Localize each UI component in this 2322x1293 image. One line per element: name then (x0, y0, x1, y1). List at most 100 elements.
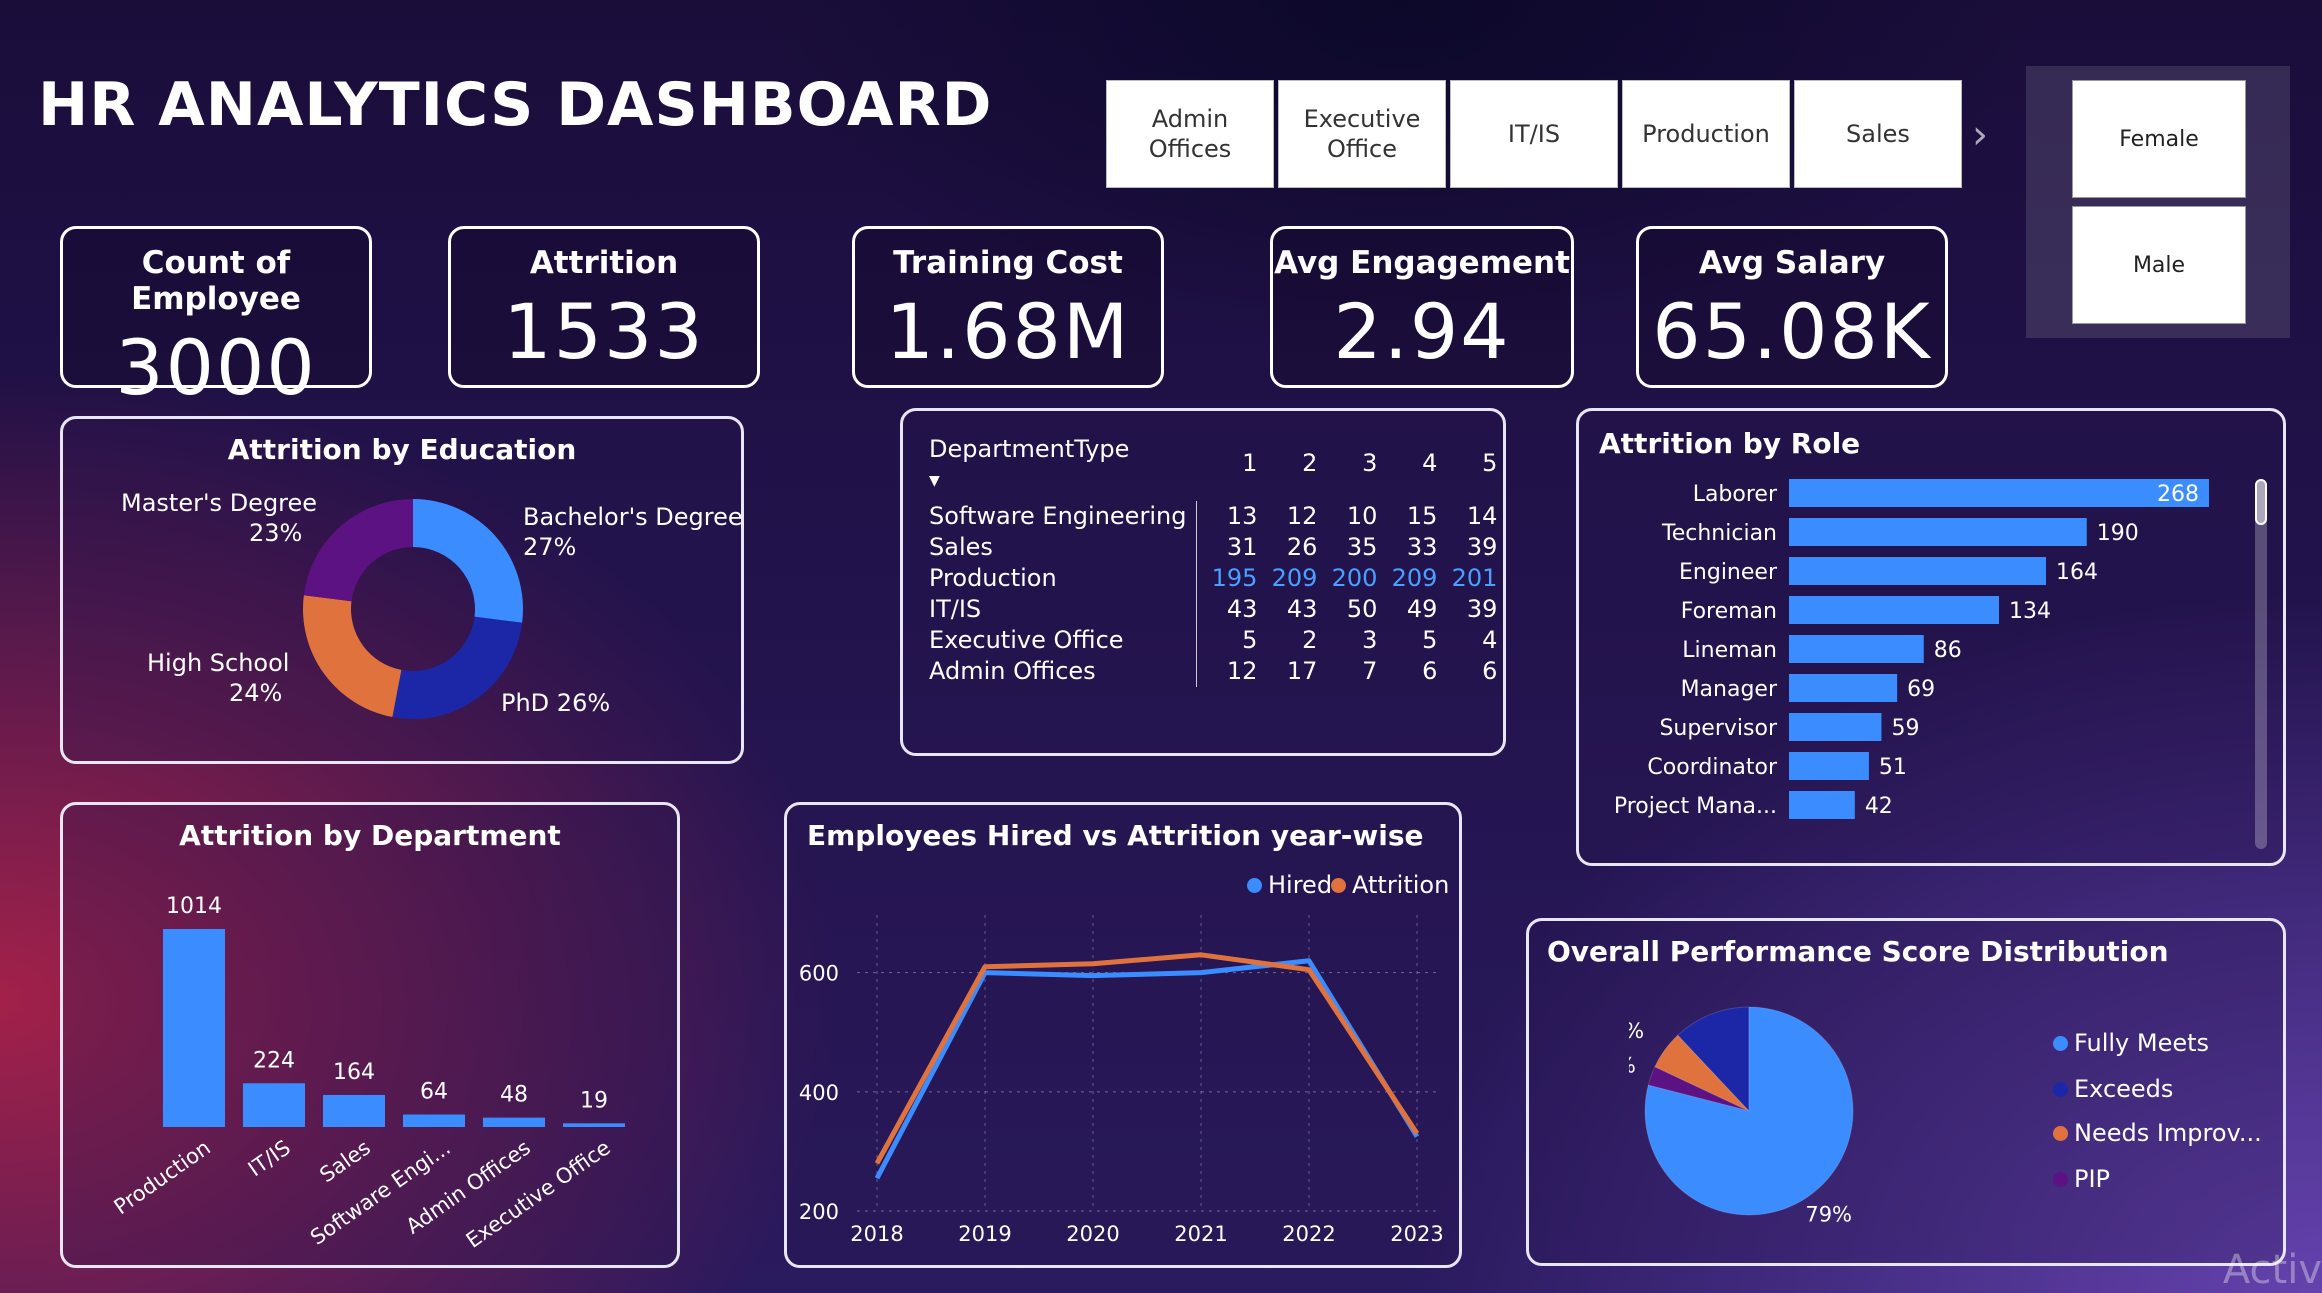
card-title: Attrition by Role (1599, 427, 1861, 460)
role-data-label: 51 (1879, 755, 1907, 780)
edu-pct-masters: 23% (249, 519, 303, 547)
slicer-male[interactable]: Male (2072, 206, 2246, 324)
cell: 15 (1406, 502, 1438, 530)
edu-label-phd: PhD 26% (501, 689, 611, 717)
cell: 26 (1286, 533, 1318, 561)
department-bar[interactable] (483, 1117, 545, 1127)
cell: 3 (1362, 626, 1378, 654)
kpi-value: 2.94 (1333, 287, 1511, 376)
department-bar[interactable] (563, 1123, 625, 1127)
legend-hired[interactable]: Hired (1247, 871, 1332, 899)
department-card: Attrition by Department 1014 Production 22… (60, 802, 680, 1268)
role-bar[interactable] (1789, 518, 2087, 546)
legend-fully-meets[interactable]: Fully Meets (2053, 1029, 2209, 1057)
legend-dot (2053, 1035, 2068, 1051)
cell: 35 (1346, 533, 1378, 561)
department-bar[interactable] (323, 1094, 385, 1127)
department-bar[interactable] (403, 1114, 465, 1127)
y-tick-label: 600 (799, 962, 839, 986)
department-data-label: 224 (253, 1048, 295, 1073)
edu-pct-bachelors: 27% (523, 533, 577, 561)
edu-label-masters: Master's Degree (121, 489, 318, 517)
performance-card: Overall Performance Score Distribution 3… (1526, 918, 2286, 1266)
kpi-value: 1.68M (885, 287, 1131, 376)
table-row: IT/IS 43 43 50 49 39 (929, 594, 1497, 625)
department-category-label: Production (110, 1135, 215, 1219)
hired-card: Employees Hired vs Attrition year-wise H… (784, 802, 1462, 1268)
department-bar[interactable] (243, 1083, 305, 1127)
slicer-admin-offices[interactable]: Admin Offices (1106, 80, 1274, 188)
education-slice[interactable] (413, 499, 523, 623)
legend-pip[interactable]: PIP (2053, 1165, 2110, 1193)
role-bar[interactable] (1789, 752, 1869, 780)
x-tick-label: 2018 (850, 1222, 903, 1246)
matrix-col: 2 (1302, 449, 1318, 477)
table-row: Executive Office 5 2 3 5 4 (929, 625, 1497, 656)
department-matrix: DepartmentType ▼ 1 2 3 4 5 Software Engin… (929, 435, 1497, 687)
row-label: Software Engineering (929, 501, 1198, 532)
role-bar[interactable] (1789, 557, 2047, 585)
cell: 43 (1286, 595, 1318, 623)
education-donut (303, 499, 523, 719)
role-data-label: 164 (2056, 560, 2098, 585)
cell: 49 (1406, 595, 1438, 623)
page-title: HR ANALYTICS DASHBOARD (38, 70, 993, 140)
kpi-label: Avg Salary (1698, 245, 1886, 281)
slicer-sales[interactable]: Sales (1794, 80, 1962, 188)
cell: 39 (1466, 533, 1498, 561)
cell: 14 (1466, 502, 1498, 530)
department-data-label: 64 (420, 1080, 448, 1105)
role-bar[interactable] (1789, 791, 1855, 819)
matrix-header[interactable]: DepartmentType ▼ (929, 435, 1197, 501)
scrollbar-thumb[interactable] (2255, 479, 2267, 525)
cell: 5 (1422, 626, 1438, 654)
cell: 12 (1286, 502, 1318, 530)
chevron-right-icon[interactable]: › (1972, 112, 1988, 158)
role-data-label: 134 (2009, 599, 2051, 624)
role-bar[interactable] (1789, 596, 1999, 624)
matrix-col: 4 (1422, 449, 1438, 477)
role-bar[interactable] (1789, 635, 1924, 663)
legend-exceeds[interactable]: Exceeds (2053, 1075, 2173, 1103)
series-line-hired[interactable] (874, 958, 1420, 1180)
cell: 2 (1302, 626, 1318, 654)
legend-dot (1247, 877, 1262, 893)
kpi-label: Attrition (529, 245, 679, 281)
cell: 43 (1226, 595, 1258, 623)
education-slice[interactable] (303, 595, 402, 718)
x-tick-label: 2023 (1390, 1222, 1443, 1246)
slicer-it-is[interactable]: IT/IS (1450, 80, 1618, 188)
kpi-value: 65.08K (1652, 287, 1932, 376)
slicer-production[interactable]: Production (1622, 80, 1790, 188)
slicer-executive-office[interactable]: Executive Office (1278, 80, 1446, 188)
role-bar[interactable] (1789, 713, 1882, 741)
department-bar-chart: 1014 Production 224 IT/IS 164 Sales 64 Software… (110, 894, 625, 1253)
slicer-female[interactable]: Female (2072, 80, 2246, 198)
kpi-value: 3000 (115, 323, 317, 412)
performance-data-label: 12% (1645, 981, 1692, 986)
table-row: Sales 31 26 35 33 39 (929, 532, 1497, 563)
department-data-label: 48 (500, 1083, 528, 1108)
role-category-label: Foreman (1681, 599, 1777, 624)
department-category-label: Software Engi... (306, 1135, 455, 1249)
y-tick-label: 200 (799, 1200, 839, 1224)
legend-needs-improvement[interactable]: Needs Improv... (2053, 1119, 2262, 1147)
x-tick-label: 2019 (958, 1222, 1011, 1246)
department-bar[interactable] (163, 929, 225, 1127)
x-tick-label: 2020 (1066, 1222, 1119, 1246)
role-bar[interactable] (1789, 674, 1898, 702)
x-tick-label: 2021 (1174, 1222, 1227, 1246)
role-data-label: 69 (1907, 677, 1935, 702)
series-line-attrition[interactable] (874, 952, 1420, 1165)
scrollbar[interactable] (2255, 479, 2267, 849)
department-category-label: IT/IS (244, 1135, 295, 1181)
role-category-label: Manager (1681, 677, 1778, 702)
legend-attrition[interactable]: Attrition (1331, 871, 1449, 899)
department-data-label: 164 (333, 1060, 375, 1085)
cell: 4 (1482, 626, 1498, 654)
legend-dot (2053, 1125, 2068, 1141)
department-data-label: 1014 (166, 894, 222, 919)
education-slice[interactable] (303, 499, 413, 602)
role-bar[interactable] (1789, 479, 2209, 507)
kpi-label: Count of Employee (131, 245, 301, 317)
